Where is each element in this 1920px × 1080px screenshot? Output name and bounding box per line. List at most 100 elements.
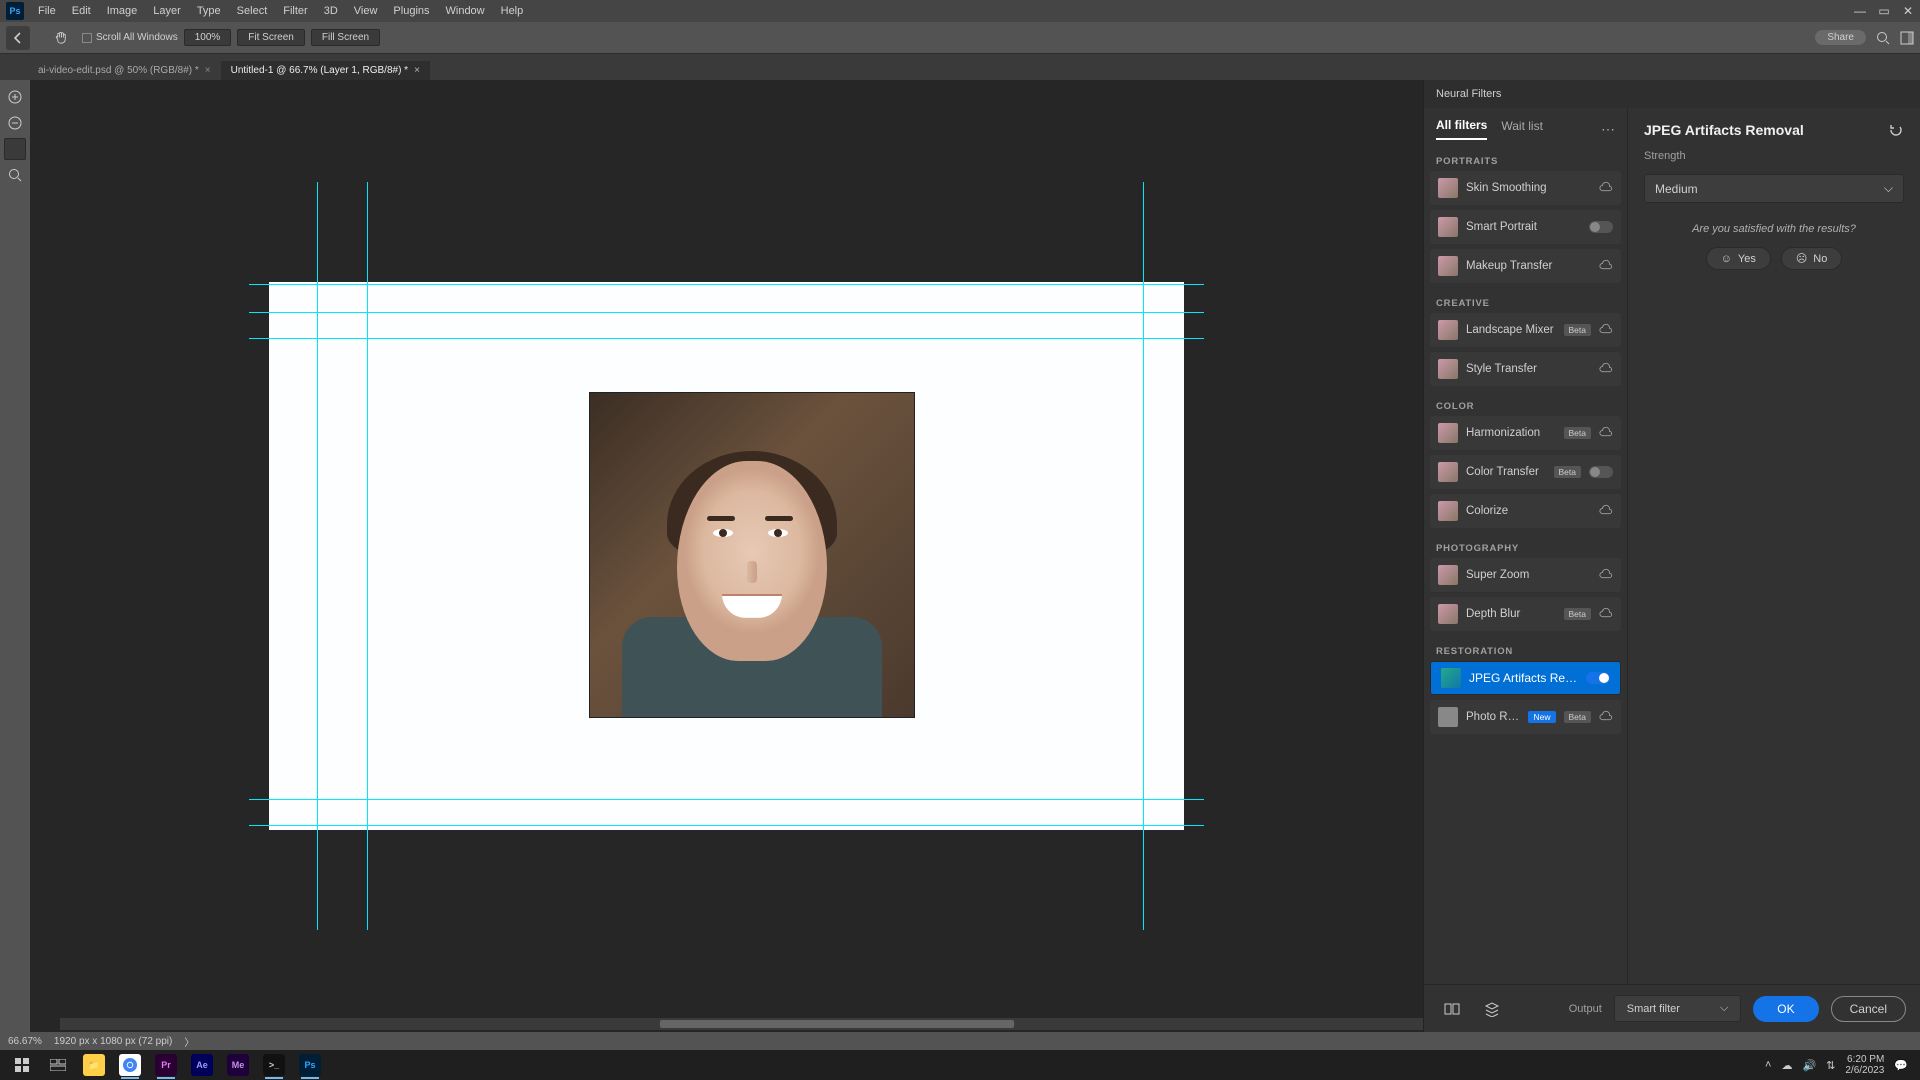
close-icon[interactable]: × (205, 65, 211, 76)
cloud-download-icon[interactable] (1599, 568, 1613, 582)
menu-view[interactable]: View (346, 0, 386, 22)
menu-edit[interactable]: Edit (64, 0, 99, 22)
zoom-in-icon[interactable] (4, 86, 26, 108)
tray-notifications-icon[interactable]: 💬 (1894, 1059, 1908, 1072)
menu-help[interactable]: Help (493, 0, 532, 22)
cloud-download-icon[interactable] (1599, 181, 1613, 195)
hand-tool-icon[interactable] (4, 138, 26, 160)
tray-chevron-icon[interactable]: ˄ (1765, 1059, 1771, 1071)
menu-select[interactable]: Select (229, 0, 276, 22)
filter-depth-blur[interactable]: Depth BlurBeta (1430, 597, 1621, 631)
menu-type[interactable]: Type (189, 0, 229, 22)
cancel-button[interactable]: Cancel (1831, 996, 1906, 1022)
tab-all-filters[interactable]: All filters (1436, 118, 1487, 140)
menu-file[interactable]: File (30, 0, 64, 22)
layers-icon[interactable] (1478, 995, 1506, 1023)
menu-plugins[interactable]: Plugins (385, 0, 437, 22)
cloud-download-icon[interactable] (1599, 710, 1613, 724)
filter-harmonization[interactable]: HarmonizationBeta (1430, 416, 1621, 450)
filter-skin-smoothing[interactable]: Skin Smoothing (1430, 171, 1621, 205)
toggle[interactable] (1589, 221, 1613, 233)
guide-horizontal[interactable] (249, 338, 1204, 339)
guide-vertical[interactable] (1143, 182, 1144, 930)
taskbar-mediaencoder[interactable]: Me (220, 1051, 256, 1079)
strength-dropdown[interactable]: Medium⌵ (1644, 174, 1904, 203)
cloud-download-icon[interactable] (1599, 504, 1613, 518)
guide-vertical[interactable] (317, 182, 318, 930)
menu-image[interactable]: Image (99, 0, 146, 22)
hand-tool-icon[interactable] (54, 30, 76, 45)
taskbar-chrome[interactable] (112, 1051, 148, 1079)
filter-colorize[interactable]: Colorize (1430, 494, 1621, 528)
canvas[interactable] (30, 80, 1423, 1032)
minimize-icon[interactable]: — (1848, 4, 1872, 18)
filter-photo-restoration[interactable]: Photo Res...NewBeta (1430, 700, 1621, 734)
cloud-download-icon[interactable] (1599, 607, 1613, 621)
toggle[interactable] (1589, 466, 1613, 478)
restore-icon[interactable]: ▭ (1872, 4, 1896, 18)
taskbar: 📁 Pr Ae Me >_ Ps ˄ ☁ 🔊 ⇅ 6:20 PM 2/6/202… (0, 1050, 1920, 1080)
tray-onedrive-icon[interactable]: ☁ (1781, 1059, 1792, 1072)
filter-color-transfer[interactable]: Color TransferBeta (1430, 455, 1621, 489)
zoom-level[interactable]: 66.67% (8, 1036, 42, 1047)
fill-screen-button[interactable]: Fill Screen (311, 29, 380, 46)
tray-volume-icon[interactable]: 🔊 (1802, 1059, 1816, 1072)
toggle[interactable] (1586, 672, 1610, 684)
reset-icon[interactable] (1888, 122, 1904, 138)
guide-horizontal[interactable] (249, 799, 1204, 800)
zoom-100-button[interactable]: 100% (184, 29, 232, 46)
preview-toggle-icon[interactable] (1438, 995, 1466, 1023)
guide-horizontal[interactable] (249, 312, 1204, 313)
zoom-out-icon[interactable] (4, 112, 26, 134)
cloud-download-icon[interactable] (1599, 259, 1613, 273)
fit-screen-button[interactable]: Fit Screen (237, 29, 305, 46)
taskbar-premiere[interactable]: Pr (148, 1051, 184, 1079)
tray-clock[interactable]: 6:20 PM 2/6/2023 (1845, 1054, 1884, 1076)
taskbar-terminal[interactable]: >_ (256, 1051, 292, 1079)
chevron-down-icon: ⌵ (1884, 181, 1893, 196)
tab-wait-list[interactable]: Wait list (1501, 119, 1543, 139)
chevron-right-icon[interactable]: 〉 (184, 1034, 194, 1049)
guide-vertical[interactable] (367, 182, 368, 930)
start-icon[interactable] (4, 1051, 40, 1079)
close-icon[interactable]: × (414, 65, 420, 76)
options-icon[interactable]: ⋯ (1601, 121, 1615, 138)
ok-button[interactable]: OK (1753, 996, 1818, 1022)
zoom-tool-icon[interactable] (4, 164, 26, 186)
filter-super-zoom[interactable]: Super Zoom (1430, 558, 1621, 592)
taskbar-aftereffects[interactable]: Ae (184, 1051, 220, 1079)
yes-button[interactable]: ☺Yes (1706, 247, 1771, 270)
close-icon[interactable]: ✕ (1896, 4, 1920, 18)
guide-horizontal[interactable] (249, 284, 1204, 285)
scroll-all-checkbox[interactable]: Scroll All Windows (82, 32, 178, 43)
share-button[interactable]: Share (1815, 30, 1866, 45)
filter-smart-portrait[interactable]: Smart Portrait (1430, 210, 1621, 244)
filter-style-transfer[interactable]: Style Transfer (1430, 352, 1621, 386)
menu-window[interactable]: Window (438, 0, 493, 22)
taskbar-explorer[interactable]: 📁 (76, 1051, 112, 1079)
tray-network-icon[interactable]: ⇅ (1826, 1059, 1835, 1072)
menu-3d[interactable]: 3D (316, 0, 346, 22)
beta-badge: Beta (1554, 466, 1582, 478)
task-view-icon[interactable] (40, 1051, 76, 1079)
tab-doc-1[interactable]: ai-video-edit.psd @ 50% (RGB/8#) *× (28, 61, 221, 80)
filter-jpeg-artifacts[interactable]: JPEG Artifacts Removal (1430, 661, 1621, 695)
menu-layer[interactable]: Layer (145, 0, 189, 22)
output-dropdown[interactable]: Smart filter⌵ (1614, 995, 1742, 1022)
taskbar-photoshop[interactable]: Ps (292, 1051, 328, 1079)
filter-makeup-transfer[interactable]: Makeup Transfer (1430, 249, 1621, 283)
tab-doc-2-label: Untitled-1 @ 66.7% (Layer 1, RGB/8#) * (231, 65, 408, 76)
guide-horizontal[interactable] (249, 825, 1204, 826)
search-icon[interactable] (1876, 31, 1890, 45)
tab-doc-2[interactable]: Untitled-1 @ 66.7% (Layer 1, RGB/8#) * × (221, 61, 430, 80)
workspace-icon[interactable] (1900, 31, 1914, 45)
menu-filter[interactable]: Filter (275, 0, 315, 22)
cloud-download-icon[interactable] (1599, 426, 1613, 440)
horizontal-scrollbar[interactable] (60, 1018, 1423, 1030)
filter-params: JPEG Artifacts Removal Strength Medium⌵ … (1628, 108, 1920, 984)
home-back-icon[interactable] (6, 26, 30, 50)
no-button[interactable]: ☹No (1781, 247, 1843, 270)
cloud-download-icon[interactable] (1599, 362, 1613, 376)
filter-landscape-mixer[interactable]: Landscape MixerBeta (1430, 313, 1621, 347)
cloud-download-icon[interactable] (1599, 323, 1613, 337)
